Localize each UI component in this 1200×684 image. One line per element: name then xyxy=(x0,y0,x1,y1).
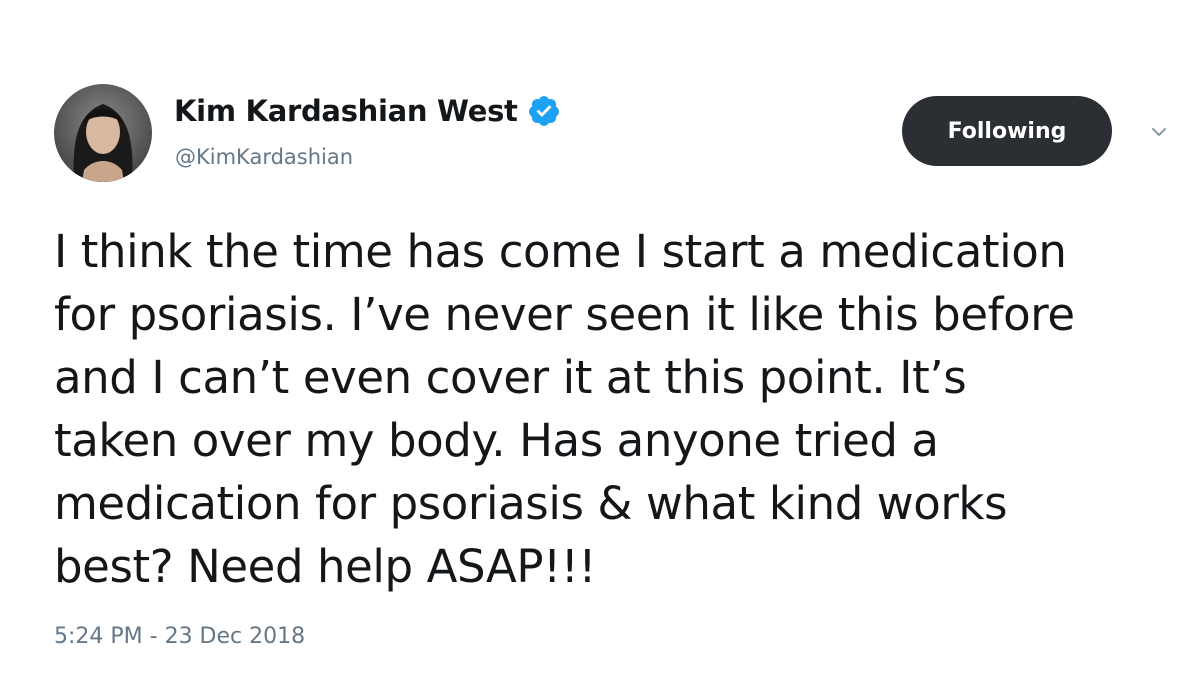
tweet-text-line: and I can’t even cover it at this point.… xyxy=(54,351,967,404)
author-display-name[interactable]: Kim Kardashian West xyxy=(174,94,518,128)
tweet-text-line: best? Need help ASAP!!! xyxy=(54,540,597,593)
tweet-card: Kim Kardashian West @KimKardashian Follo… xyxy=(0,0,1200,684)
tweet-timestamp[interactable]: 5:24 PM - 23 Dec 2018 xyxy=(54,624,305,649)
tweet-text-line: medication for psoriasis & what kind wor… xyxy=(54,477,1008,530)
tweet-text-line: I think the time has come I start a medi… xyxy=(54,225,1067,278)
chevron-down-icon[interactable] xyxy=(1150,124,1168,142)
tweet-text: I think the time has come I start a medi… xyxy=(54,220,1179,598)
author-name-row: Kim Kardashian West xyxy=(174,94,561,128)
following-button[interactable]: Following xyxy=(902,96,1112,166)
author-avatar[interactable] xyxy=(54,84,152,182)
tweet-text-line: for psoriasis. I’ve never seen it like t… xyxy=(54,288,1075,341)
verified-badge-icon xyxy=(528,96,559,126)
avatar-photo-icon xyxy=(54,84,152,182)
author-handle[interactable]: @KimKardashian xyxy=(175,145,353,169)
tweet-text-line: taken over my body. Has anyone tried a xyxy=(54,414,939,467)
